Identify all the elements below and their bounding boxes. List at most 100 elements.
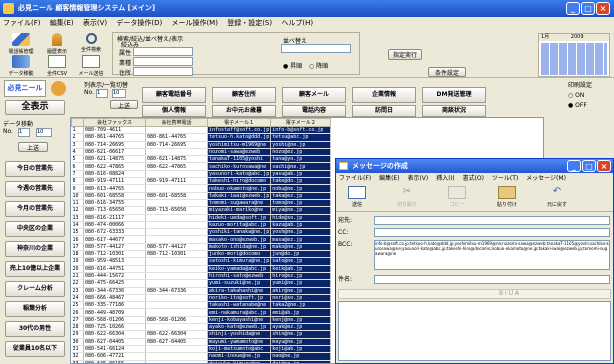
grid-cell[interactable]: koji@ab.jp xyxy=(270,345,332,354)
to-field[interactable] xyxy=(374,216,610,225)
grid-cell[interactable] xyxy=(145,279,208,288)
grid-cell[interactable]: dai@ne.jp xyxy=(270,360,332,363)
grid-cell[interactable]: nao@ne.jp xyxy=(270,352,332,361)
menu-file[interactable]: ファイル(F) xyxy=(3,19,41,27)
grid-cell[interactable]: yoshi@ne.jp xyxy=(270,141,332,149)
grid-cell[interactable]: 080-622-47865 xyxy=(83,162,146,171)
grid-cell[interactable]: 080-616-21117 xyxy=(83,214,146,222)
grid-cell[interactable]: nobuo-okamoto@ne.jp xyxy=(207,184,272,193)
grid-cell[interactable] xyxy=(145,294,208,303)
grid-cell[interactable]: tetsu@abc.jp xyxy=(270,133,332,142)
table-row[interactable]: 23 080-344-67336 080-344-67336 akira-takaha… xyxy=(71,287,332,295)
nav-inaba[interactable]: 稲葉分析 xyxy=(5,301,65,317)
grid-cell[interactable]: 080-474-00066 xyxy=(83,221,146,230)
msg-menu-tools[interactable]: ツール(T) xyxy=(492,175,518,182)
close-button[interactable]: × xyxy=(596,2,610,15)
grid-cell[interactable]: 080-616-44751 xyxy=(83,265,146,273)
grid-cell[interactable]: nozomi-sawa@ezweb xyxy=(207,148,272,157)
csv-tool[interactable]: 全件CSV xyxy=(40,55,74,77)
calendar-grid[interactable] xyxy=(541,43,607,75)
grid-cell[interactable]: 30 xyxy=(71,338,84,346)
msg-minimize-button[interactable]: _ xyxy=(567,160,581,172)
msg-menu-view[interactable]: 表示(V) xyxy=(407,175,428,182)
table-row[interactable]: 28 080-725-10266 ayako-kato@ezweb.jp ayak@e… xyxy=(71,323,332,332)
col-dm[interactable]: DM発送管理 xyxy=(422,87,486,103)
grid-cell[interactable]: 080-616-08824 xyxy=(83,170,146,179)
grid-cell[interactable]: kazu@ab.jp xyxy=(270,221,332,230)
nav-claim[interactable]: クレーム分析 xyxy=(5,281,65,297)
grid-cell[interactable]: mayumi-yamamoto@ne xyxy=(207,338,272,346)
grid-cell[interactable]: keik@ab.jp xyxy=(270,265,332,273)
grid-cell[interactable] xyxy=(145,170,208,179)
bcc-field[interactable]: info-b@soft.co.jp;tetsuo-h.kato@ddd.jp;y… xyxy=(374,240,610,270)
phonebook-tool[interactable]: 電話帳管理 xyxy=(4,33,38,55)
table-row[interactable]: 11 080-616-34755 tomomi-sugawara@ne tomo@ne… xyxy=(71,199,332,208)
grid-cell[interactable]: 080-616-34755 xyxy=(83,199,146,208)
grid-cell[interactable]: 4 xyxy=(71,148,84,157)
grid-cell[interactable]: 080-601-68558 xyxy=(145,192,208,200)
subject-field[interactable] xyxy=(374,275,610,284)
grid-cell[interactable]: kenj@ne.jp xyxy=(270,316,332,325)
grid-cell[interactable]: 19 xyxy=(71,257,84,266)
print-on-radio[interactable]: ○ ON xyxy=(568,92,584,99)
grid-cell[interactable]: 24 xyxy=(71,294,84,303)
col-personal[interactable]: 個人情報 xyxy=(142,105,206,117)
msg-close-button[interactable]: × xyxy=(597,160,611,172)
grid-cell[interactable]: info-b@soft.co.jp xyxy=(270,126,332,135)
grid-cell[interactable]: 080-444-15672 xyxy=(83,272,146,281)
grid-cell[interactable]: sato@ne.jp xyxy=(270,257,332,266)
grid-cell[interactable]: 32 xyxy=(71,352,84,361)
grid-cell[interactable]: 080-577-44127 xyxy=(83,243,146,252)
grid-cell[interactable]: ayako-kato@ezweb.jp xyxy=(207,323,272,332)
grid-cell[interactable]: tetsuo-h.kato@ddd.jp xyxy=(207,133,272,142)
calendar[interactable]: 1月 2009 xyxy=(538,33,610,77)
grid-cell[interactable]: 080-621-14875 xyxy=(83,155,146,164)
grid-cell[interactable]: 8 xyxy=(71,177,84,186)
grid-cell[interactable]: 080-621-06617 xyxy=(83,148,146,157)
msg-menu-file[interactable]: ファイル(F) xyxy=(339,175,371,182)
grid-cell[interactable]: 12 xyxy=(71,206,84,215)
grid-cell[interactable]: takaki-iwai@ezweb.jp xyxy=(207,192,272,200)
grid-cell[interactable]: 080-666-48467 xyxy=(83,294,146,303)
sort-desc-radio[interactable]: ○ 降順 xyxy=(309,61,328,70)
grid-cell[interactable] xyxy=(145,301,208,310)
grid-cell[interactable] xyxy=(145,360,208,363)
grid-cell[interactable]: tomomi-sugawara@ne xyxy=(207,199,272,208)
paste-button[interactable]: 貼り付け xyxy=(490,186,524,208)
grid-cell[interactable]: infostaff@soft.co.jp xyxy=(207,126,272,135)
grid-cell[interactable]: 080-601-68558 xyxy=(83,192,146,200)
grid-cell[interactable]: 080-714-26695 xyxy=(83,141,146,149)
table-row[interactable]: 14 080-474-00066 kazuo-morita@abc.jp kazu@a… xyxy=(71,221,332,230)
grid-cell[interactable] xyxy=(145,323,208,332)
grid-cell[interactable] xyxy=(145,221,208,230)
grid-cell[interactable]: hiro@ez.jp xyxy=(270,272,332,281)
table-row[interactable]: 27 080-568-01206 080-568-01206 kenji-kobaya… xyxy=(71,316,332,325)
grid-cell[interactable]: 080-344-67336 xyxy=(145,287,208,295)
table-row[interactable]: 6 080-622-47865 080-622-47865 sachiko-kuros… xyxy=(71,162,332,171)
menu-edit[interactable]: 編集(E) xyxy=(50,19,74,27)
format-buttons[interactable]: B I U A xyxy=(499,290,519,297)
grid-cell[interactable] xyxy=(145,235,208,244)
col-company[interactable]: 企業情報 xyxy=(352,87,416,103)
grid-cell[interactable]: 080-622-47865 xyxy=(145,162,208,171)
print-off-radio[interactable]: ● OFF xyxy=(568,102,587,109)
grid-cell[interactable]: jun@do.jp xyxy=(270,250,332,259)
message-body[interactable] xyxy=(338,301,611,361)
grid-cell[interactable]: 080-919-47111 xyxy=(83,177,146,186)
grid-cell[interactable]: 20 xyxy=(71,265,84,273)
condition-button[interactable]: 条件設定 xyxy=(428,67,466,77)
grid-cell[interactable]: 080-568-01206 xyxy=(83,316,146,325)
grid-cell[interactable]: 080-861-44765 xyxy=(145,133,208,142)
data-move-tool[interactable]: データ移動 xyxy=(4,55,38,77)
grid-cell[interactable]: mayu@ne.jp xyxy=(270,338,332,346)
grid-cell[interactable]: 080-672-63333 xyxy=(83,228,146,237)
grid-cell[interactable]: 3 xyxy=(71,141,84,149)
grid-cell[interactable] xyxy=(145,184,208,193)
grid-cell[interactable] xyxy=(145,352,208,361)
nav-small-company[interactable]: 従業員10名以下 xyxy=(5,341,65,357)
col-call[interactable]: 電話内容 xyxy=(282,105,346,117)
grid-cell[interactable]: 23 xyxy=(71,287,84,295)
grid-cell[interactable]: 18 xyxy=(71,250,84,259)
table-row[interactable]: 30 080-627-04405 080-627-04405 mayumi-yamam… xyxy=(71,338,332,346)
grid-cell[interactable]: 080-621-14875 xyxy=(145,155,208,164)
